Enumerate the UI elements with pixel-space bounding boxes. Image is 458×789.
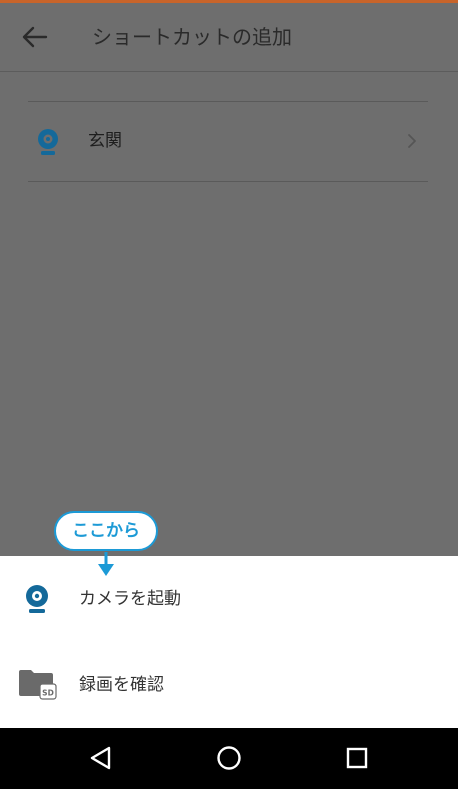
hint-callout-text: ここから [72, 521, 140, 541]
back-arrow-icon[interactable] [20, 25, 48, 49]
check-recording-label: 録画を確認 [79, 675, 164, 695]
launch-camera-label: カメラを起動 [79, 589, 181, 609]
back-triangle-icon[interactable] [86, 743, 116, 773]
camera-icon [26, 585, 48, 613]
launch-camera-item[interactable]: カメラを起動 [0, 556, 458, 642]
app-header: ショートカットの追加 [0, 3, 458, 72]
chevron-right-icon [408, 134, 416, 148]
sd-folder-icon: SD [19, 670, 57, 700]
page-title: ショートカットの追加 [92, 25, 292, 49]
sd-badge: SD [42, 689, 54, 698]
check-recording-item[interactable]: SD 録画を確認 [0, 642, 458, 728]
down-arrow-icon [98, 552, 114, 576]
list-divider-bottom [28, 181, 428, 182]
recents-square-icon[interactable] [342, 743, 372, 773]
camera-icon [38, 129, 58, 155]
system-nav-bar [0, 728, 458, 789]
app-screen: ショートカットの追加 玄関 ここから カメラを起動 SD 録画を確認 [0, 0, 458, 789]
hint-callout: ここから [54, 511, 158, 551]
action-bottom-sheet: カメラを起動 SD 録画を確認 [0, 556, 458, 728]
list-item-label: 玄関 [88, 131, 122, 151]
home-circle-icon[interactable] [214, 743, 244, 773]
list-item-camera[interactable]: 玄関 [28, 102, 428, 181]
